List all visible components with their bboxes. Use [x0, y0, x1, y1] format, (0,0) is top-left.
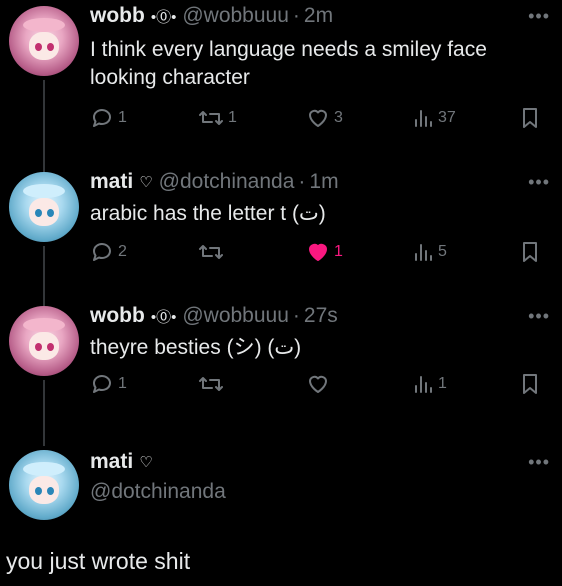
display-name[interactable]: wobb	[90, 4, 145, 28]
tweet[interactable]: wobb •⓪• @wobbuuu · 2m ••• I think every…	[0, 0, 562, 150]
heart-icon	[306, 372, 330, 396]
user-handle[interactable]: @wobbuuu	[182, 304, 289, 328]
retweet-count: 1	[228, 109, 237, 126]
reply-button[interactable]: 1	[90, 106, 127, 130]
views-icon	[412, 240, 434, 264]
user-handle[interactable]: @dotchinanda	[159, 170, 295, 194]
reply-count: 1	[118, 109, 127, 126]
like-button[interactable]: 1	[306, 240, 343, 264]
heart-badge-icon: ♡	[139, 174, 153, 191]
status-badge: •⓪•	[150, 8, 177, 26]
avatar[interactable]	[9, 172, 79, 242]
retweet-button[interactable]	[198, 372, 228, 396]
view-count: 5	[438, 243, 447, 260]
display-name[interactable]: mati	[90, 170, 133, 194]
bookmark-icon	[520, 106, 540, 130]
bookmark-button[interactable]	[520, 106, 540, 130]
status-badge: •⓪•	[150, 308, 177, 326]
reply-icon	[90, 106, 114, 130]
views-button[interactable]: 1	[412, 372, 447, 396]
like-count: 3	[334, 109, 343, 126]
heart-icon	[306, 106, 330, 130]
heart-icon	[306, 240, 330, 264]
reply-icon	[90, 372, 114, 396]
views-icon	[412, 372, 434, 396]
like-count: 1	[334, 243, 343, 260]
timestamp[interactable]: 1m	[309, 170, 338, 194]
view-count: 37	[438, 109, 456, 126]
reply-button[interactable]: 2	[90, 240, 127, 264]
like-button[interactable]: 3	[306, 106, 343, 130]
heart-badge-icon: ♡	[139, 454, 153, 471]
views-button[interactable]: 37	[412, 106, 456, 130]
display-name: mati	[90, 450, 134, 473]
timestamp[interactable]: 2m	[304, 4, 333, 28]
tweet-text: arabic has the letter t (ت)	[90, 202, 326, 225]
view-count: 1	[438, 375, 447, 392]
tweet-text: theyre besties (シ) (ت)	[90, 336, 302, 359]
tweet-text: I think every language needs a smiley fa…	[90, 38, 487, 89]
bookmark-button[interactable]	[520, 372, 540, 396]
reply-count: 1	[118, 375, 127, 392]
reply-icon	[90, 240, 114, 264]
avatar	[9, 450, 79, 520]
reply-text[interactable]: you just wrote shit	[6, 548, 190, 575]
separator: ·	[292, 304, 300, 327]
more-icon[interactable]: •••	[528, 172, 550, 193]
retweet-icon	[198, 106, 224, 130]
bookmark-button[interactable]	[520, 240, 540, 264]
user-handle[interactable]: @wobbuuu	[182, 4, 289, 28]
reply-button[interactable]: 1	[90, 372, 127, 396]
avatar[interactable]	[9, 6, 79, 76]
separator: ·	[298, 170, 306, 193]
more-icon[interactable]: •••	[528, 452, 550, 473]
views-icon	[412, 106, 434, 130]
avatar[interactable]	[9, 306, 79, 376]
display-name[interactable]: wobb	[90, 304, 145, 328]
retweet-icon	[198, 240, 224, 264]
more-icon[interactable]: •••	[528, 306, 550, 327]
like-button[interactable]	[306, 372, 334, 396]
tweet[interactable]: mati ♡ @dotchinanda · 1m ••• arabic has …	[0, 166, 562, 300]
tweet-actions: 1 1 3 37	[90, 106, 550, 132]
tweet-actions: 2 1 5	[90, 240, 550, 266]
reply-count: 2	[118, 243, 127, 260]
user-handle: @dotchinanda	[90, 480, 226, 503]
retweet-button[interactable]	[198, 240, 228, 264]
retweet-button[interactable]: 1	[198, 106, 237, 130]
timestamp[interactable]: 27s	[304, 304, 338, 328]
bookmark-icon	[520, 372, 540, 396]
tweet-actions: 1 1	[90, 372, 550, 398]
separator: ·	[292, 4, 300, 27]
retweet-icon	[198, 372, 224, 396]
bookmark-icon	[520, 240, 540, 264]
tweet[interactable]: wobb •⓪• @wobbuuu · 27s ••• theyre besti…	[0, 300, 562, 434]
more-icon[interactable]: •••	[528, 6, 550, 27]
views-button[interactable]: 5	[412, 240, 447, 264]
